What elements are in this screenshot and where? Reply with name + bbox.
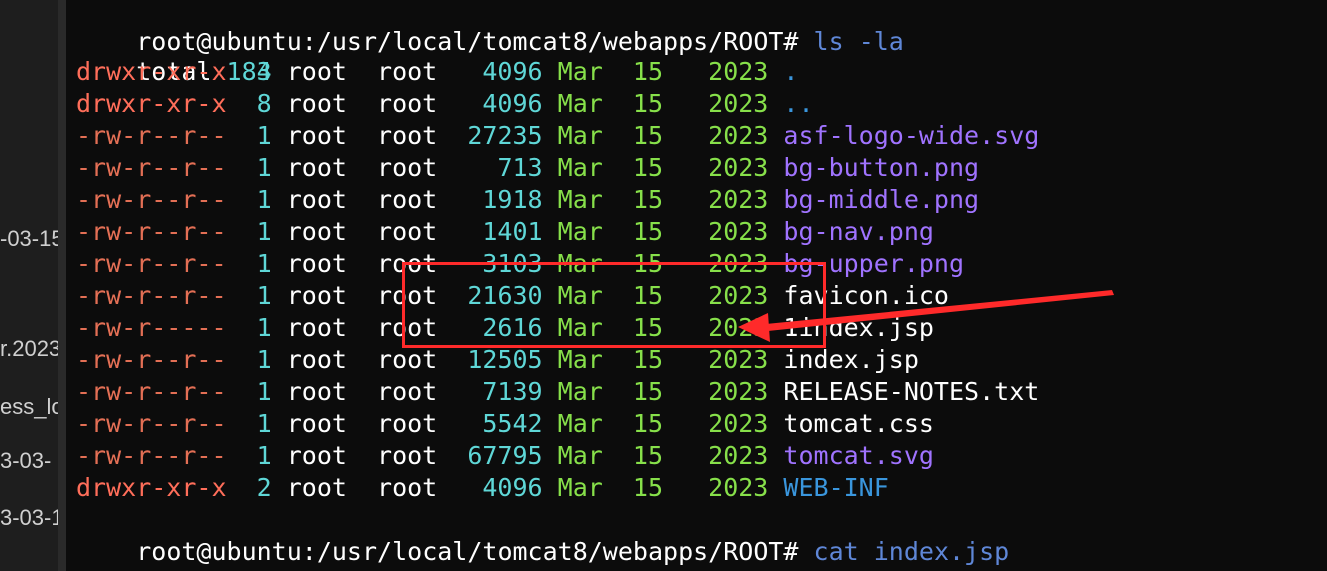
background-text-fragment: ess_lo	[0, 394, 58, 419]
annotation-arrow-icon	[738, 290, 1114, 342]
background-text-fragment: r.2023	[0, 336, 58, 361]
background-text-fragment: 3-03-	[0, 448, 52, 473]
background-text-fragment: -03-15	[0, 226, 58, 251]
terminal-window[interactable]: root@ubuntu:/usr/local/tomcat8/webapps/R…	[66, 0, 1327, 571]
background-window-panel: -03-15 r.2023 ess_lo 3-03- 3-03-1	[0, 0, 58, 571]
window-divider	[58, 0, 66, 571]
background-text-fragment: 3-03-1	[0, 505, 58, 530]
